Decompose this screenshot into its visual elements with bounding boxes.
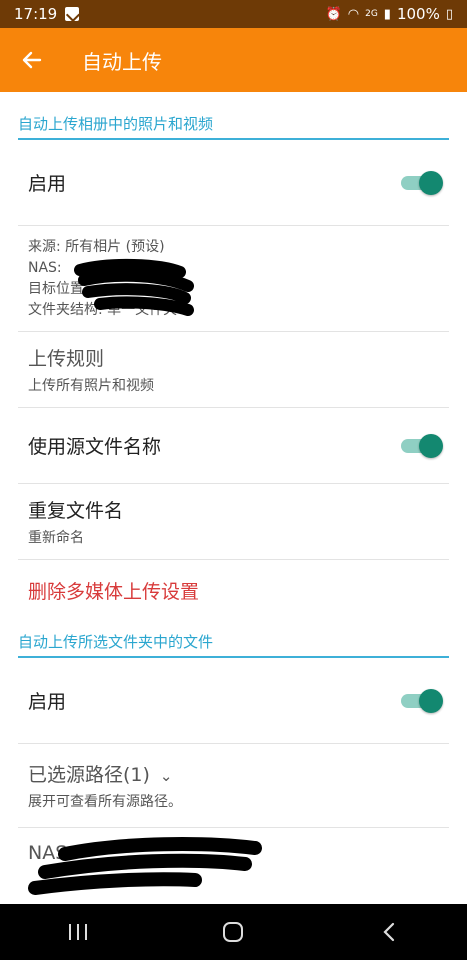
chevron-left-icon: [383, 922, 395, 942]
recent-apps-icon: [68, 924, 87, 940]
home-button[interactable]: [203, 912, 263, 952]
enable-label: 启用: [28, 173, 67, 195]
use-source-name-toggle[interactable]: [401, 433, 443, 458]
delete-media-upload-button[interactable]: 删除多媒体上传设置: [28, 577, 199, 604]
delete-media-upload-row[interactable]: 删除多媒体上传设置: [18, 560, 449, 620]
duplicate-filename-title: 重复文件名: [28, 500, 124, 522]
system-navigation-bar: [0, 904, 467, 960]
recent-apps-button[interactable]: [48, 912, 108, 952]
upload-rules-title: 上传规则: [28, 348, 105, 370]
arrow-left-icon: [22, 51, 42, 69]
enable-folder-upload-toggle[interactable]: [401, 688, 443, 713]
folder-nas-label: NAS:: [28, 842, 74, 864]
selected-paths-title: 已选源路径(1) ⌄: [28, 760, 173, 787]
network-type: 2G: [365, 9, 378, 19]
section-header-folder: 自动上传所选文件夹中的文件: [18, 620, 449, 658]
upload-source-info[interactable]: 来源: 所有相片 (预设) NAS: 目标位置 文件夹结构: 单一文件夹: [18, 226, 449, 332]
selected-paths-label: 已选源路径(1): [28, 764, 150, 786]
enable-label: 启用: [28, 691, 67, 713]
toggle-knob: [419, 170, 443, 195]
folder-nas-row[interactable]: NAS:: [18, 828, 449, 898]
alarm-icon: ⏰: [325, 6, 342, 22]
enable-album-upload-row[interactable]: 启用: [18, 140, 449, 226]
back-button[interactable]: [0, 28, 64, 92]
notification-icon: [65, 7, 80, 21]
duplicate-filename-row[interactable]: 重复文件名 重新命名: [18, 484, 449, 560]
use-source-name-row[interactable]: 使用源文件名称: [18, 408, 449, 484]
app-bar: 自动上传: [0, 28, 467, 92]
nas-line: NAS:: [28, 259, 62, 276]
source-line: 来源: 所有相片 (预设): [28, 238, 165, 255]
toggle-knob: [419, 433, 443, 458]
destination-line: 目标位置: [28, 280, 84, 297]
status-time: 17:19: [14, 5, 58, 23]
wifi-icon: ◠: [347, 6, 360, 22]
toggle-knob: [419, 688, 443, 713]
selected-paths-row[interactable]: 已选源路径(1) ⌄ 展开可查看所有源路径。: [18, 744, 449, 828]
chevron-down-icon[interactable]: ⌄: [160, 767, 173, 785]
back-nav-button[interactable]: [359, 912, 419, 952]
status-bar: 17:19 ⏰ ◠ 2G ▮ 100% ▯: [0, 0, 467, 28]
upload-rules-sub: 上传所有照片和视频: [28, 378, 154, 394]
signal-icon: ▮: [383, 6, 391, 22]
upload-rules-row[interactable]: 上传规则 上传所有照片和视频: [18, 332, 449, 408]
home-icon: [223, 922, 244, 942]
section-header-album: 自动上传相册中的照片和视频: [18, 92, 449, 140]
duplicate-filename-sub: 重新命名: [28, 530, 84, 546]
selected-paths-sub: 展开可查看所有源路径。: [28, 794, 182, 810]
enable-album-upload-toggle[interactable]: [401, 170, 443, 195]
enable-folder-upload-row[interactable]: 启用: [18, 658, 449, 744]
settings-content: 自动上传相册中的照片和视频 启用 来源: 所有相片 (预设) NAS: 目标位置…: [0, 92, 467, 898]
page-title: 自动上传: [82, 49, 162, 74]
use-source-name-label: 使用源文件名称: [28, 436, 162, 458]
folder-structure-line: 文件夹结构: 单一文件夹: [28, 301, 178, 318]
battery-level: 100%: [396, 5, 440, 23]
battery-icon: ▯: [445, 6, 453, 22]
